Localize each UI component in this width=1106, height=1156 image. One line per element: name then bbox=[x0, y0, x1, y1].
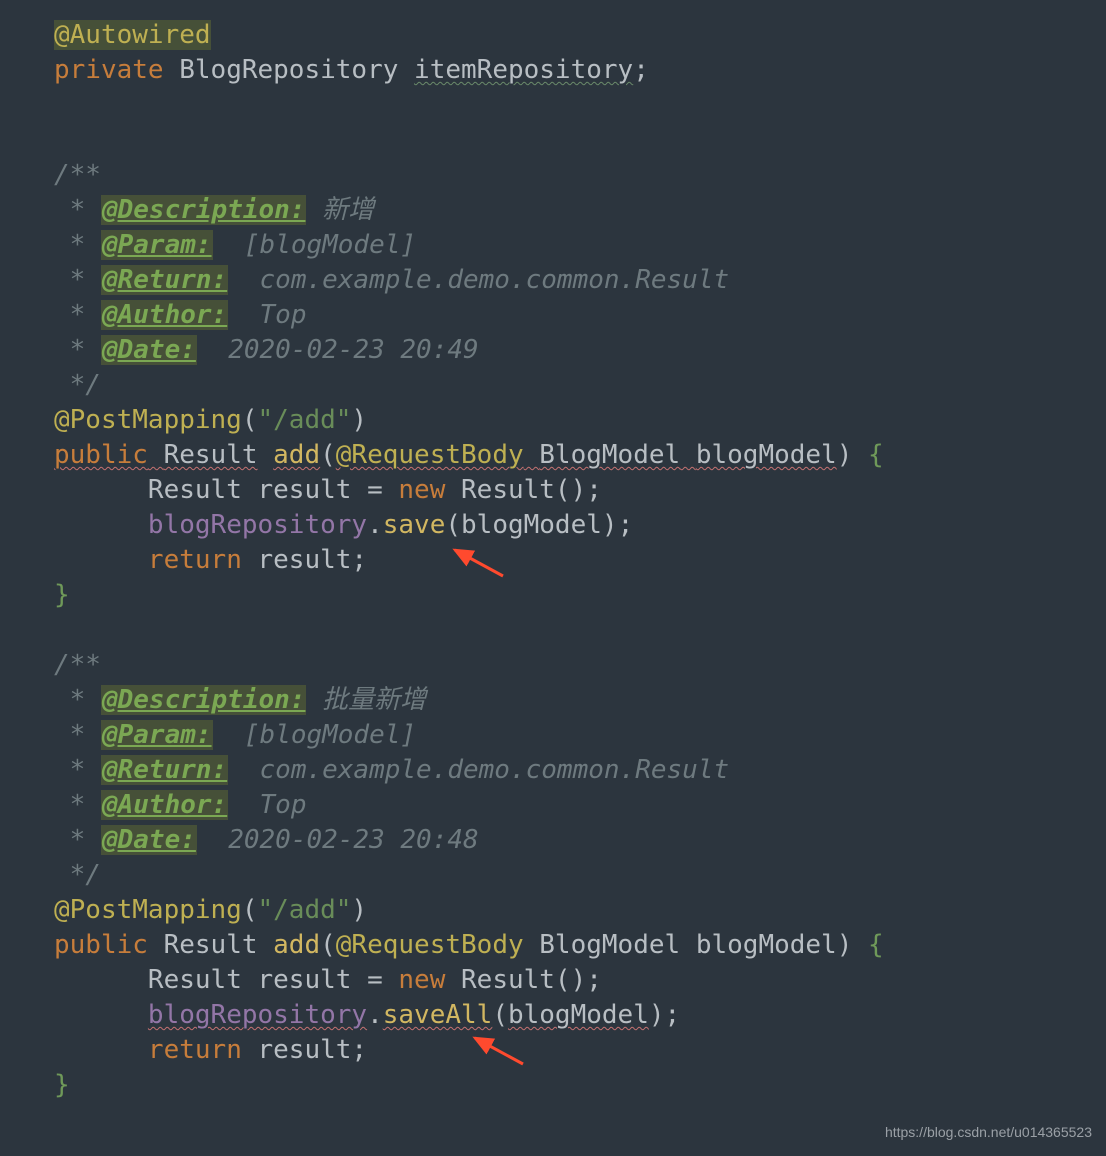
type-blogmodel: BlogModel bbox=[539, 440, 680, 470]
tag-return: @Return: bbox=[101, 755, 228, 785]
tag-description: @Description: bbox=[101, 685, 307, 715]
field-blogrepository: blogRepository bbox=[148, 510, 367, 540]
code-line: Result result = new Result(); bbox=[0, 963, 1106, 998]
doc-author-text: Top bbox=[228, 790, 306, 820]
javadoc-close: */ bbox=[0, 858, 1106, 893]
keyword-new: new bbox=[398, 475, 445, 505]
code-line: blogRepository.saveAll(blogModel); bbox=[0, 998, 1106, 1033]
tag-param: @Param: bbox=[101, 720, 213, 750]
tag-param: @Param: bbox=[101, 230, 213, 260]
javadoc-line: * @Description: 批量新增 bbox=[0, 683, 1106, 718]
javadoc-line: * @Date: 2020-02-23 20:48 bbox=[0, 823, 1106, 858]
field-blogrepository: blogRepository bbox=[148, 1000, 367, 1030]
method-add: add bbox=[273, 930, 320, 960]
code-line: } bbox=[0, 578, 1106, 613]
code-line: Result result = new Result(); bbox=[0, 473, 1106, 508]
javadoc-close: */ bbox=[0, 368, 1106, 403]
method-save: save bbox=[383, 510, 446, 540]
close-brace: } bbox=[54, 580, 70, 610]
close-brace: } bbox=[54, 1070, 70, 1100]
keyword-return: return bbox=[148, 545, 242, 575]
annotation-autowired: @Autowired bbox=[54, 20, 211, 50]
annotation-requestbody: @RequestBody bbox=[336, 930, 524, 960]
arg-blogmodel: blogModel bbox=[461, 510, 602, 540]
watermark-text: https://blog.csdn.net/u014365523 bbox=[885, 1115, 1092, 1150]
keyword-new: new bbox=[398, 965, 445, 995]
type-blogrepo: BlogRepository bbox=[179, 55, 398, 85]
tag-date: @Date: bbox=[101, 825, 197, 855]
javadoc-line: * @Date: 2020-02-23 20:49 bbox=[0, 333, 1106, 368]
var-itemrepository: itemRepository bbox=[414, 55, 633, 85]
annotation-postmapping: @PostMapping bbox=[54, 405, 242, 435]
tag-date: @Date: bbox=[101, 335, 197, 365]
string-add-path: "/add" bbox=[258, 895, 352, 925]
javadoc-line: * @Description: 新增 bbox=[0, 193, 1106, 228]
blank-line bbox=[0, 613, 1106, 648]
return-value: result bbox=[258, 1035, 352, 1065]
tag-author: @Author: bbox=[101, 300, 228, 330]
doc-description-text: 批量新增 bbox=[306, 685, 426, 715]
code-line: blogRepository.save(blogModel); bbox=[0, 508, 1106, 543]
doc-date-text: 2020-02-23 20:48 bbox=[197, 825, 479, 855]
code-line: @PostMapping("/add") bbox=[0, 893, 1106, 928]
var-result: result bbox=[258, 965, 352, 995]
blank-line bbox=[0, 88, 1106, 123]
ctor-result: Result() bbox=[461, 475, 586, 505]
var-result: result bbox=[258, 475, 352, 505]
doc-return-text: com.example.demo.common.Result bbox=[228, 755, 729, 785]
type-result: Result bbox=[164, 930, 258, 960]
javadoc-open: /** bbox=[0, 648, 1106, 683]
doc-description-text: 新增 bbox=[306, 195, 374, 225]
keyword-private: private bbox=[54, 55, 164, 85]
blank-line bbox=[0, 123, 1106, 158]
doc-param-text: [blogModel] bbox=[213, 720, 417, 750]
type-blogmodel: BlogModel bbox=[539, 930, 680, 960]
code-line: @Autowired bbox=[0, 18, 1106, 53]
annotation-postmapping: @PostMapping bbox=[54, 895, 242, 925]
ctor-result: Result() bbox=[461, 965, 586, 995]
param-blogmodel: blogModel bbox=[696, 440, 837, 470]
return-value: result bbox=[258, 545, 352, 575]
method-saveall: saveAll bbox=[383, 1000, 493, 1030]
code-line: } bbox=[0, 1068, 1106, 1103]
string-add-path: "/add" bbox=[258, 405, 352, 435]
code-line: return result; bbox=[0, 543, 1106, 578]
javadoc-line: * @Author: Top bbox=[0, 298, 1106, 333]
method-add: add bbox=[273, 440, 320, 470]
keyword-public: public bbox=[54, 440, 148, 470]
keyword-return: return bbox=[148, 1035, 242, 1065]
javadoc-line: * @Param: [blogModel] bbox=[0, 718, 1106, 753]
type-result: Result bbox=[164, 440, 258, 470]
tag-description: @Description: bbox=[101, 195, 307, 225]
javadoc-line: * @Return: com.example.demo.common.Resul… bbox=[0, 753, 1106, 788]
doc-author-text: Top bbox=[228, 300, 306, 330]
keyword-public: public bbox=[54, 930, 148, 960]
annotation-requestbody: @RequestBody bbox=[336, 440, 524, 470]
code-line: private BlogRepository itemRepository; bbox=[0, 53, 1106, 88]
tag-author: @Author: bbox=[101, 790, 228, 820]
javadoc-line: * @Param: [blogModel] bbox=[0, 228, 1106, 263]
doc-param-text: [blogModel] bbox=[213, 230, 417, 260]
param-blogmodel: blogModel bbox=[696, 930, 837, 960]
arg-blogmodel: blogModel bbox=[508, 1000, 649, 1030]
javadoc-open: /** bbox=[0, 158, 1106, 193]
code-line: @PostMapping("/add") bbox=[0, 403, 1106, 438]
code-editor: @Autowired private BlogRepository itemRe… bbox=[0, 0, 1106, 1156]
doc-return-text: com.example.demo.common.Result bbox=[228, 265, 729, 295]
code-line: return result; bbox=[0, 1033, 1106, 1068]
javadoc-line: * @Return: com.example.demo.common.Resul… bbox=[0, 263, 1106, 298]
code-line: public Result add(@RequestBody BlogModel… bbox=[0, 438, 1106, 473]
semicolon: ; bbox=[633, 55, 649, 85]
tag-return: @Return: bbox=[101, 265, 228, 295]
doc-date-text: 2020-02-23 20:49 bbox=[197, 335, 479, 365]
javadoc-line: * @Author: Top bbox=[0, 788, 1106, 823]
code-line: public Result add(@RequestBody BlogModel… bbox=[0, 928, 1106, 963]
